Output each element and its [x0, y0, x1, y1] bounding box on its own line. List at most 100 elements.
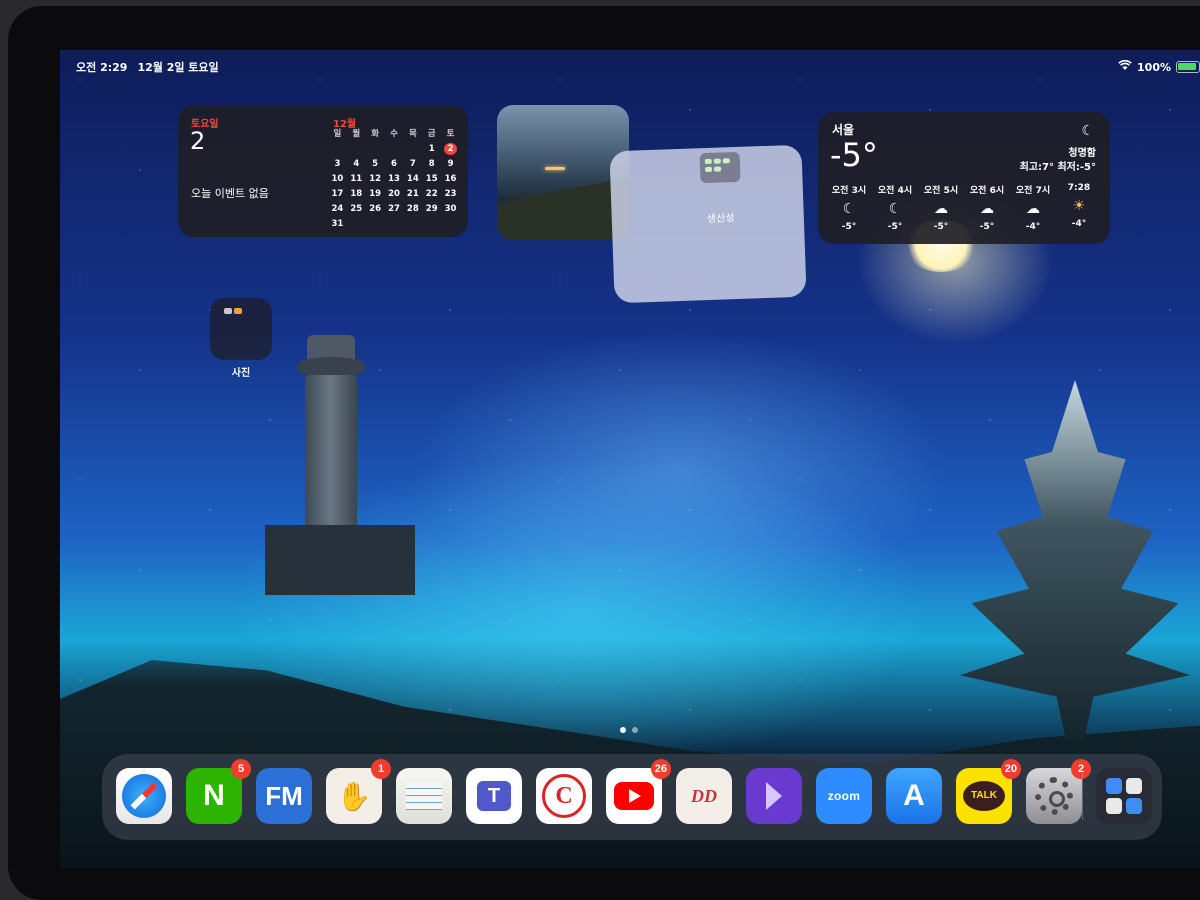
calendar-day-cell: 12 [369, 174, 382, 184]
calendar-month-grid: 일 월 화 수 목 금 토 1 2 3 4 5 6 7 8 9 10 11 12 13 14 15 16 17 18 19 20 21… [328, 128, 460, 230]
keynote-app[interactable] [746, 768, 802, 824]
weather-hour: 오전 5시 ☁ -5° [918, 183, 964, 232]
weather-hour: 오전 7시 ☁ -4° [1010, 183, 1056, 232]
battery-icon [1176, 61, 1200, 73]
calendar-day-cell: 19 [369, 189, 382, 199]
calendar-day-cell: 27 [388, 204, 400, 214]
calendar-day-cell: 17 [331, 189, 344, 199]
app-store-app[interactable]: A [886, 768, 942, 824]
settings-app[interactable]: 2 [1026, 759, 1091, 824]
home-screen: 오전 2:29 12월 2일 토요일 100% 토요일 2 오늘 이벤트 없음 … [60, 50, 1200, 868]
hour-time: 오전 4시 [877, 186, 913, 196]
calendar-weekday-header: 화 [371, 129, 380, 139]
notification-badge: 2 [1071, 759, 1091, 779]
calendar-weekday-header: 일 [333, 129, 342, 139]
calendar-day-cell: 18 [350, 189, 363, 199]
calendar-day-cell: 7 [409, 159, 416, 169]
productivity-folder[interactable]: 생산성 [609, 144, 807, 304]
calendar-weekday-header: 토 [446, 129, 455, 139]
youtube-app[interactable]: 26 [606, 759, 671, 824]
weather-hour: 오전 3시 ☾ -5° [826, 183, 872, 232]
page-dot-active [620, 727, 626, 733]
dock-divider [1082, 772, 1083, 820]
safari-icon [122, 774, 166, 818]
hour-temp: -5° [933, 222, 949, 232]
notification-badge: 1 [371, 759, 391, 779]
calendar-day-cell: 30 [444, 204, 457, 214]
calendar-day-cell [403, 143, 422, 155]
calendar-day-cell: 24 [331, 204, 344, 214]
page-indicator[interactable] [620, 727, 638, 733]
doodle-icon: DD [691, 785, 717, 806]
keynote-icon [766, 782, 782, 810]
weather-high-low: 최고:7° 최저:-5° [1019, 162, 1096, 173]
weather-widget[interactable]: 서울 -5° ☾ 청명함 최고:7° 최저:-5° 오전 3시 ☾ -5° 오전… [818, 112, 1110, 244]
hour-time: 7:28 [1067, 183, 1091, 193]
notification-badge: 26 [650, 759, 671, 779]
calendar-day-cell: 11 [350, 174, 363, 184]
calendar-day-cell: 26 [369, 204, 382, 214]
calendar-widget[interactable]: 토요일 2 오늘 이벤트 없음 12월 일 월 화 수 목 금 토 1 2 3 4 5 6 7 8 9 10 11… [178, 105, 468, 237]
cloud-icon: ☁ [1026, 201, 1040, 217]
hour-time: 오전 6시 [969, 186, 1005, 196]
calendar-day-cell [422, 218, 441, 230]
hand-paint-icon: ✋ [336, 780, 372, 812]
hour-time: 오전 3시 [831, 186, 867, 196]
ipad-bezel: 오전 2:29 12월 2일 토요일 100% 토요일 2 오늘 이벤트 없음 … [8, 6, 1200, 900]
calendar-day-cell: 16 [444, 174, 457, 184]
zoom-icon: zoom [827, 789, 861, 803]
calendar-day-cell: 6 [391, 159, 397, 169]
hour-temp: -4° [1071, 219, 1087, 229]
notes-app[interactable] [396, 768, 452, 824]
status-bar: 오전 2:29 12월 2일 토요일 100% [60, 50, 1200, 82]
calendar-day-cell: 28 [406, 204, 419, 214]
page-dot [632, 727, 638, 733]
calendar-no-events: 오늘 이벤트 없음 [191, 187, 269, 200]
calendar-day-cell [441, 218, 460, 230]
photos-folder[interactable] [210, 298, 272, 360]
teams-app[interactable]: T [466, 768, 522, 824]
calendar-day-cell: 4 [353, 159, 360, 169]
moon-icon: ☾ [842, 201, 856, 217]
naver-app[interactable]: N 5 [186, 759, 251, 824]
calendar-day-cell [328, 143, 347, 155]
fm-app[interactable]: FM [256, 768, 312, 824]
class-app[interactable]: C [536, 768, 592, 824]
photos-folder-label: 사진 [231, 368, 251, 379]
weather-condition: 청명함 [1068, 148, 1096, 159]
c-logo-icon: C [542, 774, 586, 818]
gear-icon [1035, 777, 1073, 815]
productivity-folder-label: 생산성 [706, 213, 735, 226]
calendar-day-cell: 3 [334, 159, 341, 169]
calendar-day-cell [347, 218, 366, 230]
safari-app[interactable] [116, 768, 172, 824]
paint-app[interactable]: ✋ 1 [326, 759, 391, 824]
calendar-day-cell: 13 [388, 174, 400, 184]
moon-cloud-icon: ☁ [934, 201, 948, 217]
weather-temperature: -5° [830, 136, 878, 174]
wallpaper-lighthouse [265, 335, 415, 595]
calendar-day-cell: 25 [350, 204, 363, 214]
calendar-day-cell [347, 143, 366, 155]
zoom-app[interactable]: zoom [816, 768, 872, 824]
calendar-day-cell: 10 [331, 174, 344, 184]
folder-preview-icon [699, 151, 741, 184]
kakaotalk-icon: TALK [963, 781, 1005, 811]
calendar-day-cell: 21 [406, 189, 419, 199]
hour-temp: -5° [841, 222, 857, 232]
calendar-day-cell: 20 [388, 189, 400, 199]
doodle-app[interactable]: DD [676, 768, 732, 824]
calendar-day: 2 [190, 127, 206, 155]
hour-time: 오전 5시 [923, 186, 959, 196]
app-library-app[interactable] [1096, 768, 1152, 824]
moon-icon: ☾ [888, 201, 902, 217]
calendar-weekday-header: 목 [408, 129, 417, 139]
status-date: 12월 2일 토요일 [137, 61, 219, 74]
battery-percent: 100% [1137, 60, 1171, 74]
kakaotalk-app[interactable]: TALK 20 [956, 759, 1021, 824]
weather-hour: 오전 4시 ☾ -5° [872, 183, 918, 232]
calendar-day-cell: 5 [372, 159, 379, 169]
notes-pen-icon [406, 782, 442, 810]
app-store-icon: A [903, 779, 925, 812]
calendar-day-cell: 8 [428, 159, 435, 169]
